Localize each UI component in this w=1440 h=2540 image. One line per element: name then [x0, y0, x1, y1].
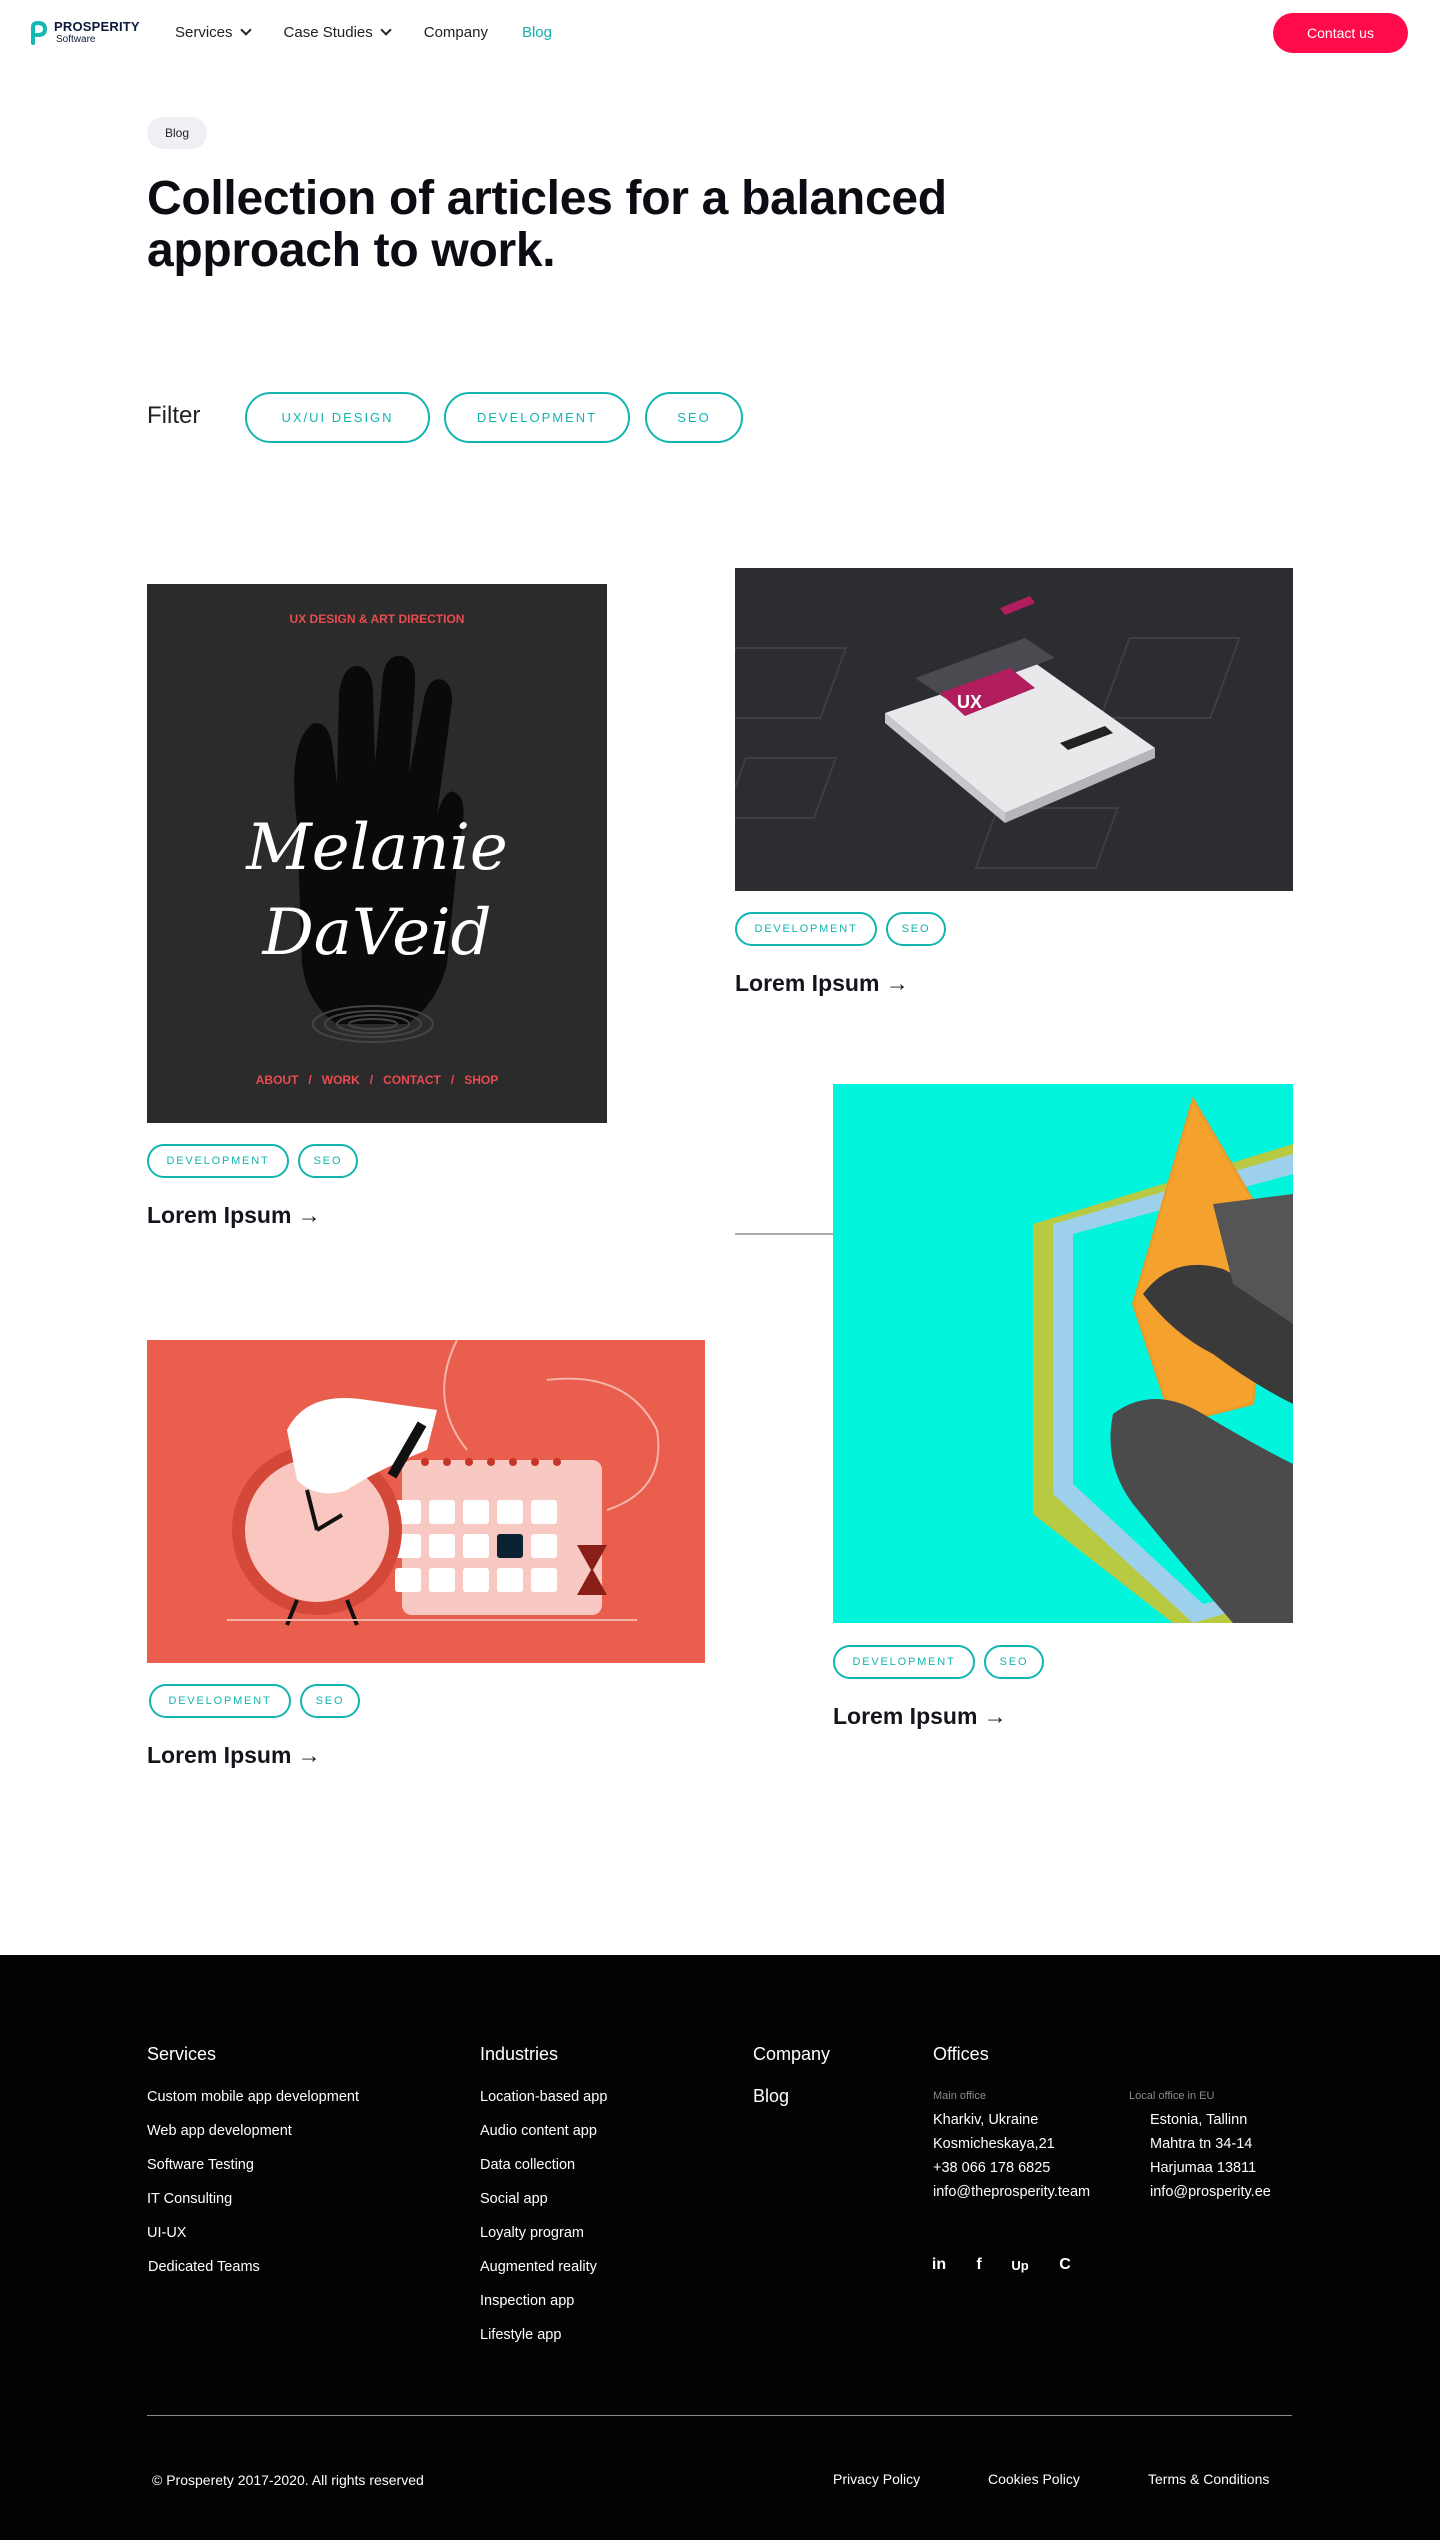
card-3-image[interactable] [833, 1084, 1293, 1623]
logo[interactable]: PROSPERITY Software [30, 20, 140, 45]
chevron-down-icon [380, 24, 392, 36]
eu-office-line: Mahtra tn 34-14 [1150, 2136, 1253, 2152]
logo-sub: Software [56, 34, 96, 45]
clutch-icon[interactable]: C [1053, 2253, 1077, 2277]
nav-services[interactable]: Services [175, 24, 252, 41]
nav-blog[interactable]: Blog [522, 24, 552, 41]
footer-divider [147, 2415, 1292, 2416]
card-2-tag-seo[interactable]: SEO [886, 912, 946, 946]
footer-industry-link[interactable]: Social app [480, 2191, 548, 2207]
page-title-line1: Collection of articles for a balanced [147, 172, 947, 225]
terms-conditions-link[interactable]: Terms & Conditions [1148, 2471, 1269, 2487]
nav-case-studies-label: Case Studies [283, 24, 373, 41]
facebook-icon[interactable]: f [967, 2253, 991, 2277]
card-2-title[interactable]: Lorem Ipsum → [735, 970, 909, 997]
footer-industry-link[interactable]: Inspection app [480, 2293, 574, 2309]
site-header: PROSPERITY Software Services Case Studie… [0, 0, 1440, 68]
cookies-policy-link[interactable]: Cookies Policy [988, 2471, 1080, 2487]
footer-service-link[interactable]: Custom mobile app development [147, 2089, 359, 2105]
footer-industry-link[interactable]: Audio content app [480, 2123, 597, 2139]
card-1-menu: ABOUT / WORK / CONTACT / SHOP [256, 1073, 498, 1087]
card-1-script-2: DaVeid [261, 896, 491, 970]
footer-industry-link[interactable]: Lifestyle app [480, 2327, 561, 2343]
main-office-line: Kosmicheskaya,21 [933, 2136, 1055, 2152]
footer-service-link[interactable]: IT Consulting [147, 2191, 232, 2207]
card-1-heading: UX DESIGN & ART DIRECTION [290, 612, 465, 626]
card-1-tag-seo[interactable]: SEO [298, 1144, 358, 1178]
footer-industry-link[interactable]: Location-based app [480, 2089, 607, 2105]
eu-office-line: Estonia, Tallinn [1150, 2112, 1248, 2128]
footer-industry-link[interactable]: Data collection [480, 2157, 575, 2173]
linkedin-icon[interactable]: in [927, 2253, 951, 2277]
footer-industry-link[interactable]: Augmented reality [480, 2259, 597, 2275]
site-footer: Services Custom mobile app development W… [0, 1955, 1440, 2540]
filter-label: Filter [147, 402, 201, 429]
footer-industry-link[interactable]: Loyalty program [480, 2225, 584, 2241]
card-1-tag-development[interactable]: DEVELOPMENT [147, 1144, 289, 1178]
phone-mockup-illustration: UX [735, 596, 1241, 869]
card-2-image[interactable]: UX [735, 568, 1293, 891]
footer-offices-title: Offices [933, 2044, 989, 2064]
filter-ux-ui-design[interactable]: UX/UI DESIGN [245, 392, 430, 443]
nav-blog-label: Blog [521, 24, 552, 41]
page-title: Collection of articles for a balanced ap… [147, 173, 1047, 277]
main-office-phone[interactable]: +38 066 178 6825 [933, 2160, 1050, 2176]
hands-crystal-illustration [1033, 1096, 1293, 1623]
main-office-line: Kharkiv, Ukraine [933, 2112, 1039, 2128]
main-office-email[interactable]: info@theprosperity.team [933, 2184, 1090, 2200]
card-4-tag-seo[interactable]: SEO [300, 1684, 360, 1718]
main-office-label: Main office [933, 2090, 986, 2102]
card-2-tag-development[interactable]: DEVELOPMENT [735, 912, 877, 946]
calendar-clock-illustration [227, 1340, 660, 1626]
footer-services-title: Services [147, 2044, 217, 2064]
logo-name: PROSPERITY [54, 19, 140, 34]
eu-office-email[interactable]: info@prosperity.ee [1150, 2184, 1271, 2200]
divider-line [735, 1233, 833, 1235]
page-title-line2: approach to work. [147, 224, 556, 277]
footer-service-link[interactable]: Web app development [147, 2123, 292, 2139]
breadcrumb[interactable]: Blog [147, 117, 208, 149]
footer-service-link[interactable]: Dedicated Teams [148, 2259, 260, 2275]
card-4-image[interactable] [147, 1340, 705, 1663]
hand-illustration: UX DESIGN & ART DIRECTION Melanie DaVeid… [245, 612, 508, 1087]
card-1-image[interactable]: UX DESIGN & ART DIRECTION Melanie DaVeid… [147, 584, 607, 1123]
eu-office-line: Harjumaa 13811 [1150, 2160, 1257, 2176]
card-3-tag-development[interactable]: DEVELOPMENT [833, 1645, 975, 1679]
card-4-title[interactable]: Lorem Ipsum → [147, 1742, 321, 1769]
card-1-title[interactable]: Lorem Ipsum → [147, 1202, 321, 1229]
footer-industries-title: Industries [480, 2044, 559, 2064]
nav-company-label: Company [423, 24, 488, 41]
filter-development[interactable]: DEVELOPMENT [444, 392, 630, 443]
footer-company-title[interactable]: Company [753, 2044, 830, 2065]
card-3-tag-seo[interactable]: SEO [984, 1645, 1044, 1679]
copyright: © Prosperety 2017-2020. All rights reser… [152, 2472, 424, 2488]
contact-us-button[interactable]: Contact us [1273, 13, 1408, 53]
card-1-script-1: Melanie [245, 811, 508, 885]
filter-seo[interactable]: SEO [645, 392, 743, 443]
footer-blog-link[interactable]: Blog [753, 2086, 789, 2107]
card-3-title[interactable]: Lorem Ipsum → [833, 1703, 1007, 1730]
main-nav: Services Case Studies Company Blog [175, 24, 586, 41]
upwork-icon[interactable]: Up [1008, 2253, 1032, 2277]
nav-services-label: Services [175, 24, 233, 41]
privacy-policy-link[interactable]: Privacy Policy [833, 2471, 920, 2487]
card-4-tag-development[interactable]: DEVELOPMENT [149, 1684, 291, 1718]
nav-case-studies[interactable]: Case Studies [283, 24, 392, 41]
card-2-badge: UX [957, 692, 982, 712]
nav-company[interactable]: Company [424, 24, 488, 41]
chevron-down-icon [239, 24, 252, 36]
footer-service-link[interactable]: UI-UX [147, 2225, 186, 2241]
eu-office-label: Local office in EU [1129, 2090, 1215, 2102]
footer-service-link[interactable]: Software Testing [147, 2157, 254, 2173]
logo-icon [30, 20, 48, 45]
